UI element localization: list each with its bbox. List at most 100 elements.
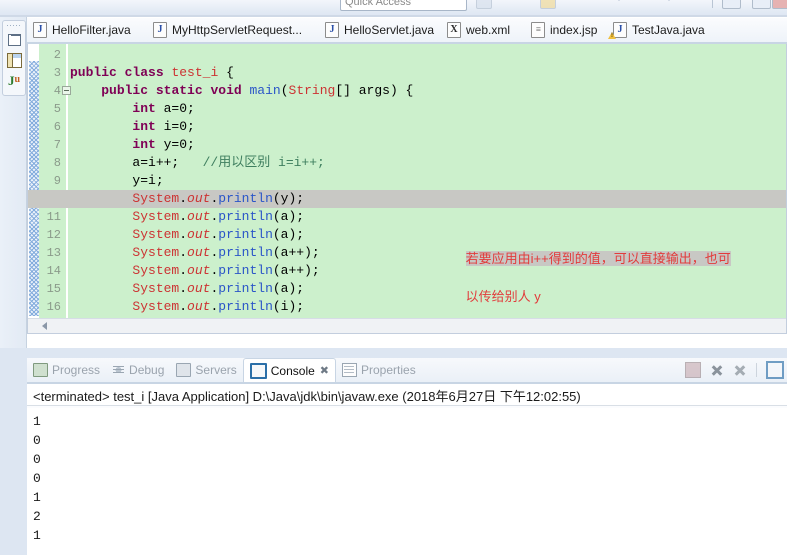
code-token: { [218, 65, 234, 80]
line-number: 13 [46, 246, 61, 260]
code-token: void [210, 83, 242, 98]
code-token: (i); [272, 299, 305, 314]
code-line-2[interactable] [70, 46, 786, 64]
maximize-button[interactable] [752, 0, 771, 9]
editor-tab-hellofilter-java[interactable]: J HelloFilter.java [27, 18, 147, 42]
toolbar-icon-java-perspective[interactable] [540, 0, 556, 9]
console-output-line: 1 [33, 528, 41, 543]
folding-margin[interactable] [28, 44, 39, 333]
chevron-down-icon[interactable] [665, 0, 673, 1]
close-button[interactable] [772, 0, 787, 9]
console-process-header: <terminated> test_i [Java Application] D… [27, 384, 787, 406]
code-token: . [179, 191, 188, 206]
code-line-4[interactable]: public static void main(String[] args) { [70, 82, 786, 100]
display-selected-console-button[interactable] [766, 361, 784, 379]
chevron-down-icon[interactable] [615, 0, 623, 1]
line-number: 5 [53, 102, 61, 116]
code-token: (a++); [272, 245, 320, 260]
editor-tab-myhttpservletrequest-[interactable]: J MyHttpServletRequest... [147, 18, 319, 42]
code-token: y=0; [155, 137, 195, 152]
editor-horizontal-scrollbar[interactable] [28, 318, 786, 333]
java-file-icon: J [153, 22, 167, 38]
code-token: . [179, 281, 188, 296]
console-output-text[interactable]: 1 0 0 0 1 2 1 [27, 408, 787, 555]
code-token: a=i++; [70, 155, 203, 170]
annotation-note-line1: 若要应用由i++得到的值，可以直接输出，也可 [465, 251, 731, 266]
code-token: System [132, 191, 180, 206]
servers-icon [176, 362, 192, 377]
console-output-line: 1 [33, 490, 41, 505]
console-tab-label: Console [270, 363, 315, 378]
terminate-button[interactable] [685, 362, 701, 378]
editor-tab-web-xml[interactable]: Xweb.xml [441, 18, 525, 42]
line-number: 15 [46, 282, 61, 296]
line-number: 7 [53, 138, 61, 152]
code-line-10[interactable]: System.out.println(y); [28, 190, 786, 208]
java-file-icon: J [325, 22, 339, 38]
properties-icon [342, 362, 357, 377]
editor-tab-helloservlet-java[interactable]: J HelloServlet.java [319, 18, 441, 42]
code-token: a=0; [155, 101, 195, 116]
code-token: out [187, 209, 211, 224]
remove-launch-button[interactable] [710, 363, 724, 377]
code-editor[interactable]: 234567891011121314151617 public class te… [27, 44, 787, 334]
code-line-5[interactable]: int a=0; [70, 100, 786, 118]
editor-tab-index-jsp[interactable]: ≡ index.jsp [525, 18, 607, 42]
package-explorer-icon[interactable] [5, 51, 23, 69]
code-line-8[interactable]: a=i++; //用以区别 i=i++; [70, 154, 786, 172]
annotation-note-line2: 以传给别人 y [465, 289, 541, 304]
restore-view-icon[interactable] [5, 31, 23, 49]
scroll-left-icon[interactable] [42, 322, 47, 330]
toolbar-icon-open-perspective[interactable] [476, 0, 492, 9]
code-line-7[interactable]: int y=0; [70, 136, 786, 154]
code-token: static [155, 83, 203, 98]
code-token: (a++); [272, 263, 320, 278]
junit-view-icon[interactable]: Ju [5, 71, 23, 89]
java-file-icon: J [33, 22, 47, 38]
line-number: 9 [53, 174, 61, 188]
code-token: y=i; [70, 173, 164, 188]
remove-all-launches-button[interactable] [733, 363, 747, 377]
console-icon [249, 362, 267, 379]
editor-tab-bar: J HelloFilter.java J MyHttpServletRequest..… [27, 18, 787, 44]
code-token: [] args) { [335, 83, 414, 98]
close-icon[interactable]: ✖ [320, 364, 329, 377]
console-tab-progress[interactable]: Progress [27, 358, 106, 381]
console-tab-servers[interactable]: Servers [170, 358, 242, 381]
console-toolbar [685, 361, 784, 379]
code-line-3[interactable]: public class test_i { [70, 64, 786, 82]
code-token: . [179, 209, 188, 224]
console-tab-properties[interactable]: Properties [336, 358, 422, 381]
quick-access-input[interactable]: Quick Access [340, 0, 467, 11]
console-view: Progress Debug Servers Console ✖ Properties <… [27, 358, 787, 555]
code-token: public [70, 65, 117, 80]
line-number: 12 [46, 228, 61, 242]
code-line-9[interactable]: y=i; [70, 172, 786, 190]
warning-icon [608, 32, 616, 39]
console-output-line: 2 [33, 509, 41, 524]
code-line-11[interactable]: System.out.println(a); [70, 208, 786, 226]
code-line-6[interactable]: int i=0; [70, 118, 786, 136]
editor-tab-testjava-java[interactable]: J TestJava.java [607, 18, 725, 42]
minimize-button[interactable] [722, 0, 741, 9]
console-tab-console[interactable]: Console ✖ [242, 358, 336, 382]
code-token: println [218, 299, 273, 314]
editor-tab-label: index.jsp [550, 23, 598, 37]
console-tab-debug[interactable]: Debug [106, 358, 170, 381]
console-output-line: 0 [33, 452, 41, 467]
code-token: System [132, 227, 180, 242]
workbench-background-strip [27, 348, 787, 358]
annotation-ruler [29, 61, 39, 316]
console-tab-label: Servers [195, 362, 237, 377]
view-drag-handle[interactable] [7, 23, 21, 29]
code-token: println [218, 263, 273, 278]
fold-collapse-icon[interactable] [62, 86, 71, 95]
